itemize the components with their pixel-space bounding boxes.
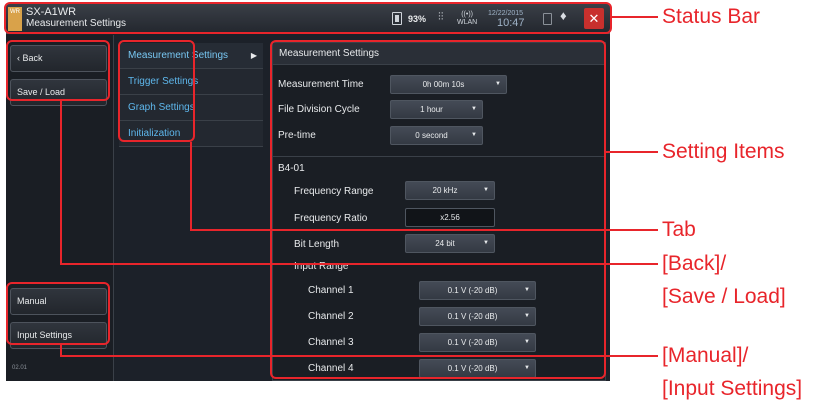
back-leader-horizontal (60, 263, 658, 265)
callout-input-settings: [Input Settings] (662, 377, 803, 400)
callout-back: [Back]/ (662, 252, 727, 275)
callout-save-load: [Save / Load] (662, 285, 786, 308)
callout-manual: [Manual]/ (662, 344, 749, 367)
version-label: 02.01 (12, 365, 28, 371)
manual-input-highlight (6, 282, 110, 345)
status-bar-leader (612, 16, 658, 18)
tab-leader-vertical (190, 142, 192, 230)
tab-highlight (118, 40, 195, 142)
status-bar-highlight (4, 2, 612, 34)
callout-status-bar: Status Bar (662, 5, 761, 28)
tab-leader-horizontal (190, 229, 658, 231)
setting-items-leader (606, 151, 658, 153)
back-save-highlight (6, 40, 110, 101)
callout-tab: Tab (662, 218, 696, 241)
setting-items-highlight (270, 40, 606, 379)
callout-setting-items: Setting Items (662, 140, 785, 163)
back-leader-vertical (60, 101, 62, 265)
manual-leader-horizontal (60, 355, 658, 357)
caret-right-icon: ▶ (250, 51, 257, 60)
